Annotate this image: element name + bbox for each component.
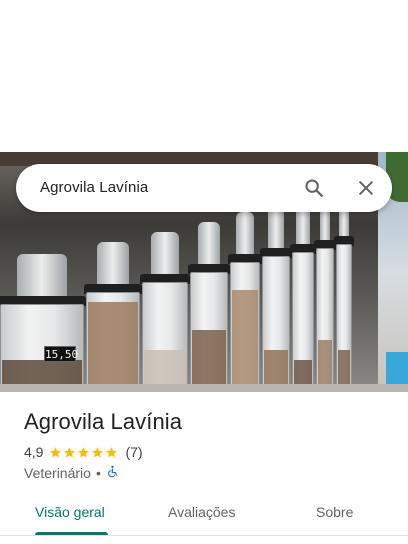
- wheelchair-accessible-icon: [106, 465, 119, 481]
- star-rating: [49, 446, 119, 459]
- separator-dot: •: [95, 465, 101, 481]
- tabs-divider: [0, 535, 408, 536]
- tab-about[interactable]: Sobre: [316, 504, 353, 520]
- category-row: Veterinário •: [24, 465, 119, 481]
- photo-rail: [0, 384, 408, 392]
- photo-blue-bin: [386, 352, 408, 386]
- search-bar[interactable]: Agrovila Lavínia: [16, 164, 392, 212]
- search-input[interactable]: Agrovila Lavínia: [40, 179, 148, 196]
- close-icon[interactable]: [352, 174, 380, 202]
- dispenser: [84, 242, 142, 392]
- dispenser: [314, 198, 336, 392]
- review-count[interactable]: (7): [125, 444, 142, 460]
- dispenser: [334, 194, 354, 392]
- tab-overview[interactable]: Visão geral: [35, 504, 105, 520]
- star-icon: [50, 446, 62, 457]
- dispenser: [188, 222, 230, 392]
- map-blank-area: [0, 0, 408, 152]
- tab-reviews[interactable]: Avaliações: [168, 504, 235, 520]
- star-icon: [92, 446, 104, 457]
- rating-row[interactable]: 4,9 (7): [24, 444, 143, 460]
- star-icon: [64, 446, 76, 457]
- place-title: Agrovila Lavínia: [24, 409, 183, 434]
- dispenser: [228, 212, 262, 392]
- price-display: 15,50: [44, 346, 79, 362]
- rating-value: 4,9: [24, 444, 44, 460]
- place-tabs: Visão geral Avaliações Sobre: [0, 496, 408, 536]
- search-icon[interactable]: [300, 174, 328, 202]
- dispenser: [140, 232, 190, 392]
- place-category: Veterinário: [24, 465, 91, 481]
- dispenser: [290, 202, 316, 392]
- dispenser: [260, 206, 292, 392]
- star-icon: [78, 446, 90, 457]
- star-icon: [106, 446, 118, 457]
